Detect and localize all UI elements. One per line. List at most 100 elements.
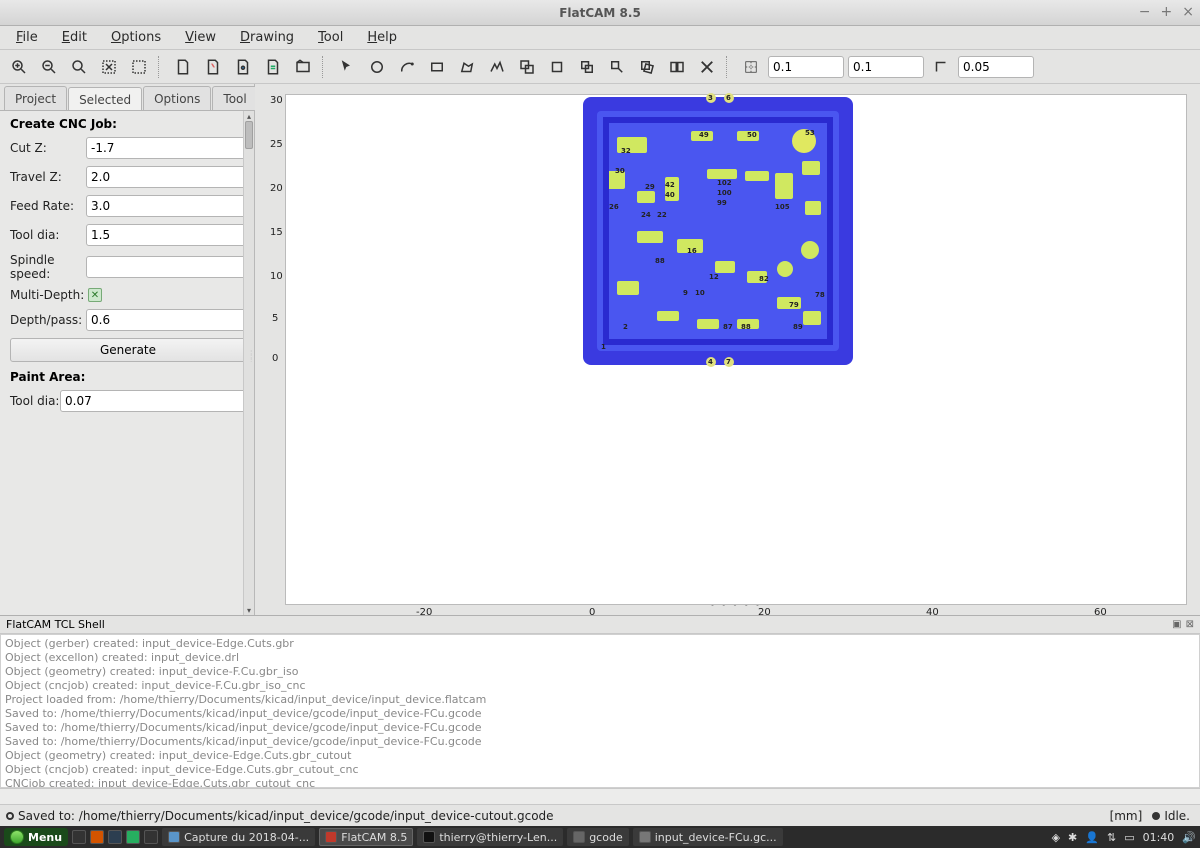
tooldia2-input[interactable]	[60, 390, 246, 412]
y-tick: 5	[272, 313, 278, 324]
y-tick: 15	[270, 227, 283, 238]
copy-icon[interactable]	[574, 54, 600, 80]
tab-project[interactable]: Project	[4, 86, 67, 110]
tab-options[interactable]: Options	[143, 86, 211, 110]
multidepth-checkbox[interactable]: ✕	[88, 288, 102, 302]
taskbar-item[interactable]: thierry@thierry-Len...	[417, 828, 563, 846]
dark-icon[interactable]	[144, 830, 158, 844]
open-excellon-icon[interactable]	[230, 54, 256, 80]
x-tick: -20	[416, 607, 432, 618]
canvas-area[interactable]: ⋮⋮⋮ 30 25 20 15 10 5 0 -20 0 20 40 60	[255, 84, 1200, 615]
tab-tool[interactable]: Tool	[212, 86, 257, 110]
snap-y-field[interactable]	[848, 56, 924, 78]
spindle-label: Spindle speed:	[10, 253, 86, 281]
x-tick: 60	[1094, 607, 1107, 618]
spindle-input[interactable]	[86, 256, 246, 278]
tolerance-field[interactable]	[958, 56, 1034, 78]
tab-selected[interactable]: Selected	[68, 87, 142, 111]
shell-input-bar[interactable]	[0, 788, 1200, 804]
plot-area[interactable]: 30 25 20 15 10 5 0 -20 0 20 40 60	[285, 94, 1187, 605]
splitter-handle[interactable]: ⋮⋮⋮	[247, 350, 255, 390]
flip-icon[interactable]	[664, 54, 690, 80]
zoom-fit-icon[interactable]	[66, 54, 92, 80]
arc-icon[interactable]	[394, 54, 420, 80]
status-dot-icon	[6, 812, 14, 820]
menu-options[interactable]: Options	[101, 27, 171, 48]
union-icon[interactable]	[514, 54, 540, 80]
travelz-input[interactable]	[86, 166, 246, 188]
minimize-icon[interactable]: −	[1139, 4, 1151, 20]
taskbar-item[interactable]: input_device-FCu.gc...	[633, 828, 783, 846]
bluetooth-icon[interactable]: ✱	[1068, 831, 1077, 844]
tooldia-label: Tool dia:	[10, 228, 86, 242]
notebook-tabs: Project Selected Options Tool	[0, 84, 254, 110]
toolbar	[0, 50, 1200, 84]
depthpass-input[interactable]	[86, 309, 246, 331]
x-tick: 20	[758, 607, 771, 618]
taskbar-item[interactable]: gcode	[567, 828, 629, 846]
close-icon[interactable]: ×	[1182, 4, 1194, 20]
x-tick: 40	[926, 607, 939, 618]
grid-icon[interactable]	[738, 54, 764, 80]
volume-icon[interactable]: 🔊	[1182, 831, 1196, 844]
pcb-interior: 32 49 50 53 30 29 42 40 102 100 99 105 2…	[597, 111, 839, 351]
menu-help[interactable]: Help	[357, 27, 407, 48]
tooldia-input[interactable]	[86, 224, 246, 246]
maximize-icon[interactable]: +	[1161, 4, 1173, 20]
clock[interactable]: 01:40	[1143, 831, 1175, 844]
clear-plot-icon[interactable]	[126, 54, 152, 80]
snap-corner-icon[interactable]	[928, 54, 954, 80]
show-desktop-icon[interactable]	[72, 830, 86, 844]
feed-input[interactable]	[86, 195, 246, 217]
open-project-icon[interactable]	[290, 54, 316, 80]
snap-x-field[interactable]	[768, 56, 844, 78]
select-icon[interactable]	[334, 54, 360, 80]
delete-icon[interactable]	[694, 54, 720, 80]
firefox-icon[interactable]	[90, 830, 104, 844]
files-icon[interactable]	[126, 830, 140, 844]
menu-tool[interactable]: Tool	[308, 27, 353, 48]
terminal-icon[interactable]	[108, 830, 122, 844]
paint-title: Paint Area:	[10, 370, 246, 384]
user-icon[interactable]: 👤	[1085, 831, 1099, 844]
zoom-out-icon[interactable]	[36, 54, 62, 80]
status-units: [mm]	[1110, 809, 1143, 823]
zoom-in-icon[interactable]	[6, 54, 32, 80]
menu-drawing[interactable]: Drawing	[230, 27, 304, 48]
statusbar: Saved to: /home/thierry/Documents/kicad/…	[0, 804, 1200, 826]
circle-icon[interactable]	[364, 54, 390, 80]
x-tick: 0	[589, 607, 595, 618]
move-icon[interactable]	[604, 54, 630, 80]
y-tick: 20	[270, 183, 283, 194]
replot-icon[interactable]	[96, 54, 122, 80]
rectangle-icon[interactable]	[424, 54, 450, 80]
menu-edit[interactable]: Edit	[52, 27, 97, 48]
menubar: File Edit Options View Drawing Tool Help	[0, 26, 1200, 50]
status-state: Idle.	[1164, 809, 1190, 823]
rotate-icon[interactable]	[634, 54, 660, 80]
path-icon[interactable]	[484, 54, 510, 80]
taskbar-item[interactable]: FlatCAM 8.5	[319, 828, 413, 846]
y-tick: 30	[270, 95, 283, 106]
shell-title: FlatCAM TCL Shell	[6, 618, 105, 631]
open-gerber-icon[interactable]	[200, 54, 226, 80]
shell-close-icon[interactable]: ⊠	[1186, 619, 1194, 630]
battery-icon[interactable]: ▭	[1124, 831, 1134, 844]
generate-button[interactable]: Generate	[10, 338, 246, 362]
depthpass-label: Depth/pass:	[10, 313, 86, 327]
taskbar-menu-button[interactable]: Menu	[4, 828, 68, 846]
window-title: FlatCAM 8.5	[559, 6, 641, 20]
cutz-label: Cut Z:	[10, 141, 86, 155]
shell-detach-icon[interactable]: ▣	[1172, 619, 1181, 630]
taskbar-item[interactable]: Capture du 2018-04-...	[162, 828, 315, 846]
new-project-icon[interactable]	[170, 54, 196, 80]
shell-output[interactable]: Object (gerber) created: input_device-Ed…	[0, 634, 1200, 788]
menu-file[interactable]: File	[6, 27, 48, 48]
shield-icon[interactable]: ◈	[1052, 831, 1060, 844]
cutz-input[interactable]	[86, 137, 246, 159]
menu-view[interactable]: View	[175, 27, 226, 48]
network-icon[interactable]: ⇅	[1107, 831, 1116, 844]
polygon-icon[interactable]	[454, 54, 480, 80]
subtract-icon[interactable]	[544, 54, 570, 80]
open-gcode-icon[interactable]	[260, 54, 286, 80]
